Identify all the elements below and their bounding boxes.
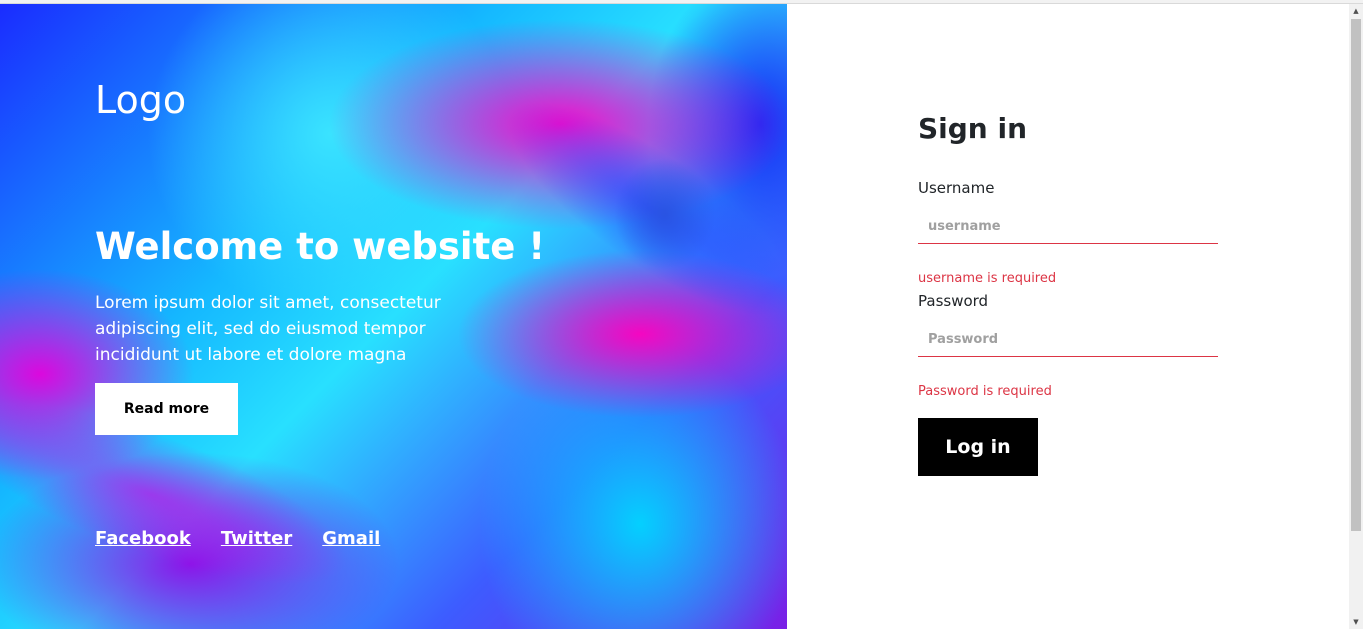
password-error: Password is required: [918, 384, 1052, 399]
logo: Logo: [95, 78, 187, 122]
scrollbar-thumb[interactable]: [1351, 19, 1361, 531]
password-input[interactable]: [918, 323, 1218, 357]
username-error: username is required: [918, 271, 1057, 286]
chevron-down-icon[interactable]: ▼: [1349, 615, 1363, 629]
gmail-link[interactable]: Gmail: [322, 528, 380, 549]
facebook-link[interactable]: Facebook: [95, 528, 191, 549]
background-blob: [610, 154, 720, 274]
sign-in-title: Sign in: [918, 112, 1028, 145]
username-label: Username: [918, 179, 995, 197]
password-label: Password: [918, 292, 989, 310]
chevron-up-icon[interactable]: ▲: [1349, 4, 1363, 18]
log-in-button[interactable]: Log in: [918, 418, 1038, 476]
username-input[interactable]: [918, 210, 1218, 244]
hero-description: Lorem ipsum dolor sit amet, consectetur …: [95, 293, 441, 365]
vertical-scrollbar[interactable]: ▲ ▼: [1349, 4, 1363, 629]
twitter-link[interactable]: Twitter: [221, 528, 292, 549]
read-more-button[interactable]: Read more: [95, 383, 238, 435]
social-links: Facebook Twitter Gmail: [95, 528, 380, 549]
hero-title: Welcome to website !: [95, 225, 546, 268]
